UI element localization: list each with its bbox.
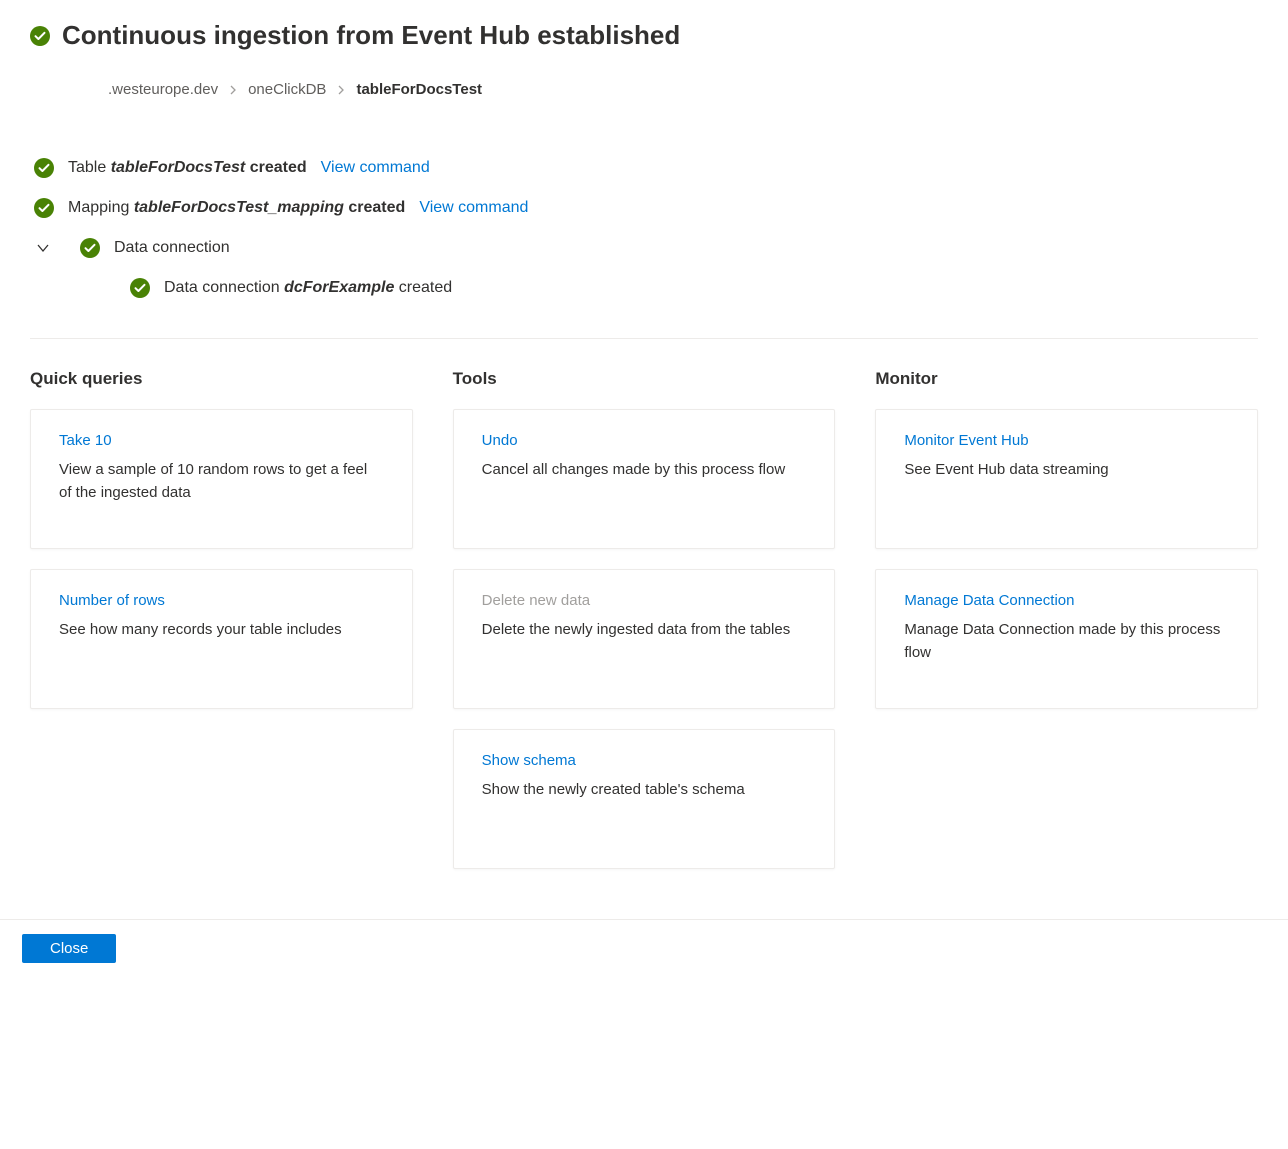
status-text: Data connection dcForExample created	[164, 279, 452, 297]
monitor-event-hub-link[interactable]: Monitor Event Hub	[904, 432, 1028, 449]
view-command-link[interactable]: View command	[321, 159, 430, 177]
view-command-link[interactable]: View command	[419, 199, 528, 217]
status-mapping-suffix: created	[344, 199, 405, 216]
show-schema-link[interactable]: Show schema	[482, 752, 576, 769]
status-table-prefix: Table	[68, 159, 111, 176]
divider	[30, 338, 1258, 339]
breadcrumb-table: tableForDocsTest	[356, 81, 482, 98]
page-header: Continuous ingestion from Event Hub esta…	[30, 20, 1258, 51]
footer: Close	[0, 919, 1288, 977]
success-icon	[34, 158, 54, 178]
chevron-down-icon[interactable]	[34, 239, 52, 257]
delete-new-data-link: Delete new data	[482, 592, 590, 609]
breadcrumb-cluster[interactable]: .westeurope.dev	[108, 81, 218, 98]
take-10-card[interactable]: Take 10 View a sample of 10 random rows …	[30, 409, 413, 549]
monitor-column: Monitor Monitor Event Hub See Event Hub …	[875, 369, 1258, 889]
status-data-connection-group: Data connection	[34, 228, 1258, 268]
status-text: Table tableForDocsTest created	[68, 159, 307, 177]
number-of-rows-link[interactable]: Number of rows	[59, 592, 165, 609]
undo-card[interactable]: Undo Cancel all changes made by this pro…	[453, 409, 836, 549]
success-icon	[30, 26, 50, 46]
chevron-right-icon	[228, 85, 238, 95]
take-10-link[interactable]: Take 10	[59, 432, 112, 449]
status-table-name: tableForDocsTest	[111, 159, 246, 176]
status-text: Mapping tableForDocsTest_mapping created	[68, 199, 405, 217]
status-table-created: Table tableForDocsTest created View comm…	[34, 148, 1258, 188]
status-mapping-created: Mapping tableForDocsTest_mapping created…	[34, 188, 1258, 228]
status-dc-prefix: Data connection	[164, 279, 284, 296]
status-data-connection-label: Data connection	[114, 239, 230, 257]
breadcrumb: .westeurope.dev oneClickDB tableForDocsT…	[108, 81, 1258, 98]
quick-queries-header: Quick queries	[30, 369, 413, 389]
monitor-event-hub-card[interactable]: Monitor Event Hub See Event Hub data str…	[875, 409, 1258, 549]
manage-data-connection-link[interactable]: Manage Data Connection	[904, 592, 1074, 609]
status-mapping-prefix: Mapping	[68, 199, 134, 216]
status-table-suffix: created	[245, 159, 306, 176]
number-of-rows-card[interactable]: Number of rows See how many records your…	[30, 569, 413, 709]
card-description: See how many records your table includes	[59, 619, 384, 642]
tools-header: Tools	[453, 369, 836, 389]
action-columns: Quick queries Take 10 View a sample of 1…	[30, 369, 1258, 889]
tools-column: Tools Undo Cancel all changes made by th…	[453, 369, 836, 889]
status-mapping-name: tableForDocsTest_mapping	[134, 199, 344, 216]
close-button[interactable]: Close	[22, 934, 116, 963]
manage-data-connection-card[interactable]: Manage Data Connection Manage Data Conne…	[875, 569, 1258, 709]
monitor-header: Monitor	[875, 369, 1258, 389]
card-description: See Event Hub data streaming	[904, 459, 1229, 482]
card-description: Manage Data Connection made by this proc…	[904, 619, 1229, 664]
card-description: Show the newly created table's schema	[482, 779, 807, 802]
success-icon	[34, 198, 54, 218]
undo-link[interactable]: Undo	[482, 432, 518, 449]
chevron-right-icon	[336, 85, 346, 95]
show-schema-card[interactable]: Show schema Show the newly created table…	[453, 729, 836, 869]
card-description: Cancel all changes made by this process …	[482, 459, 807, 482]
status-list: Table tableForDocsTest created View comm…	[30, 148, 1258, 308]
success-icon	[80, 238, 100, 258]
success-icon	[130, 278, 150, 298]
card-description: View a sample of 10 random rows to get a…	[59, 459, 384, 504]
delete-new-data-card: Delete new data Delete the newly ingeste…	[453, 569, 836, 709]
card-description: Delete the newly ingested data from the …	[482, 619, 807, 642]
status-data-connection-item: Data connection dcForExample created	[130, 268, 1258, 308]
page-title: Continuous ingestion from Event Hub esta…	[62, 20, 680, 51]
quick-queries-column: Quick queries Take 10 View a sample of 1…	[30, 369, 413, 889]
status-dc-suffix: created	[394, 279, 452, 296]
breadcrumb-database[interactable]: oneClickDB	[248, 81, 326, 98]
status-dc-name: dcForExample	[284, 279, 394, 296]
